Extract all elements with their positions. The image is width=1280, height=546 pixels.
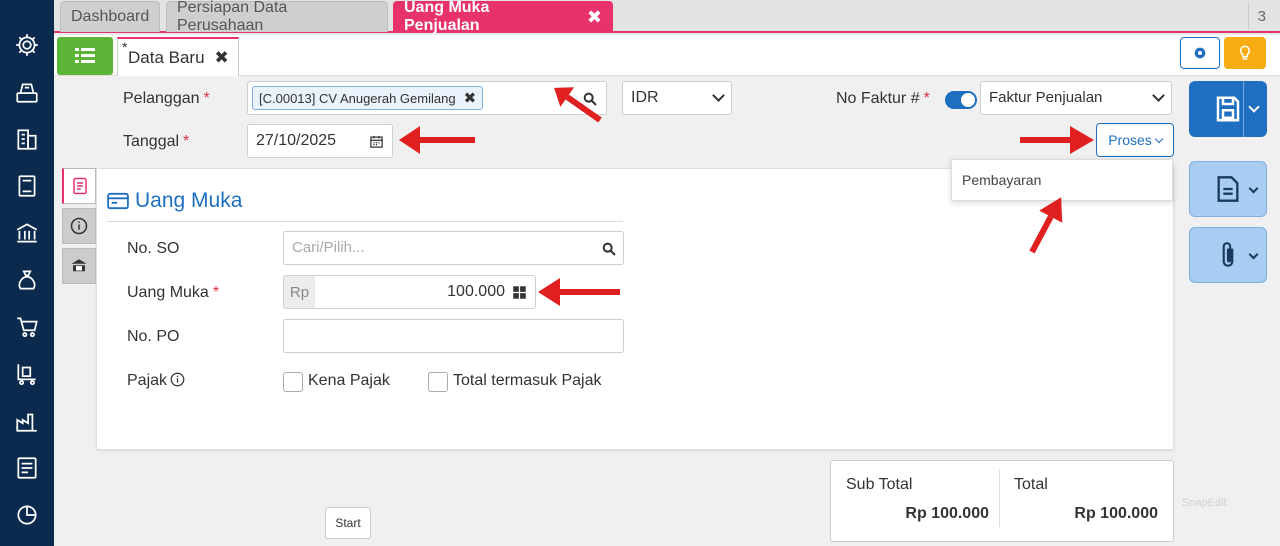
arrow-annotation-pembayaran	[1029, 197, 1063, 254]
arrow-annotation-search	[554, 87, 602, 123]
arrow-annotation-proses	[1020, 126, 1094, 154]
arrow-annotation-uang-muka	[538, 278, 620, 306]
annotation-arrows	[399, 87, 1094, 306]
arrow-annotation-tanggal	[399, 126, 475, 154]
